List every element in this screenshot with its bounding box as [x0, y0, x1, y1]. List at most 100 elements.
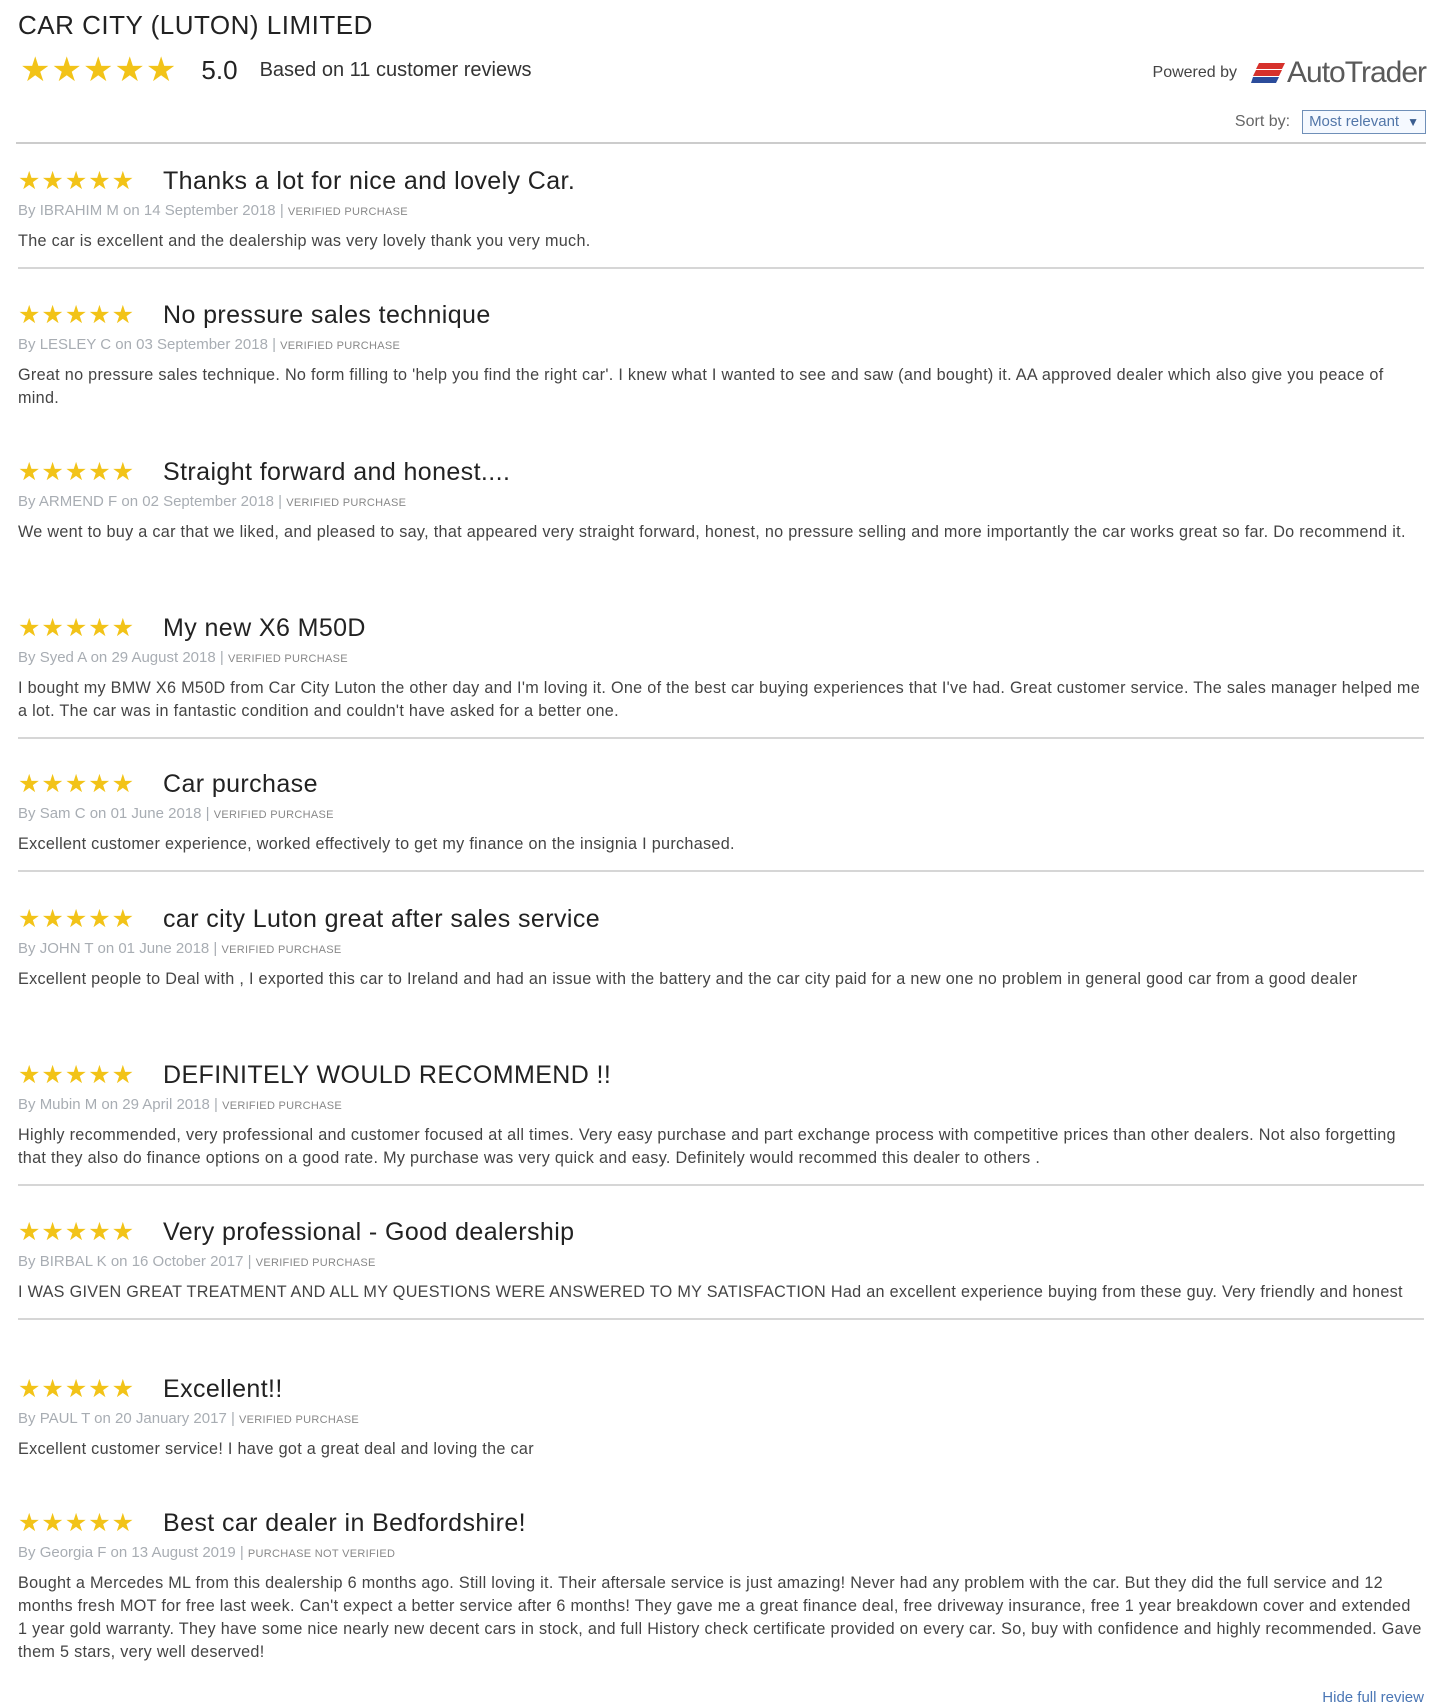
review-body: We went to buy a car that we liked, and … [18, 523, 1406, 541]
review-date: 03 September 2018 [136, 336, 268, 353]
hide-full-review-link[interactable]: Hide full review [1322, 1689, 1424, 1706]
sort-label: Sort by: [1234, 113, 1291, 130]
review-item: ★★★★★ Excellent!! By PAUL T on 20 Januar… [18, 1372, 1424, 1461]
overall-star-rating: ★★★★★ [20, 51, 178, 89]
powered-by-label: Powered by [1152, 64, 1238, 81]
review-meta: By IBRAHIM M on 14 September 2018 | VERI… [18, 202, 408, 219]
review-star-rating: ★★★★★ [18, 1509, 136, 1537]
review-date: 13 August 2019 [131, 1544, 236, 1561]
review-date: 20 January 2017 [115, 1410, 227, 1427]
review-body: Excellent people to Deal with , I export… [18, 970, 1358, 988]
review-body: I bought my BMW X6 M50D from Car City Lu… [18, 679, 1421, 720]
review-date: 02 September 2018 [142, 493, 274, 510]
review-meta: By LESLEY C on 03 September 2018 | VERIF… [18, 336, 401, 353]
review-meta: By Mubin M on 29 April 2018 | VERIFIED P… [18, 1096, 343, 1113]
review-divider [18, 1184, 1424, 1186]
review-star-rating: ★★★★★ [18, 1375, 136, 1403]
review-item: ★★★★★ Very professional - Good dealershi… [18, 1215, 1424, 1320]
review-title: No pressure sales technique [163, 300, 491, 329]
purchase-status-badge: VERIFIED PURCHASE [280, 340, 401, 352]
review-date: 14 September 2018 [143, 202, 276, 219]
rating-summary: ★★★★★ 5.0 Based on 11 customer reviews [20, 52, 532, 88]
powered-by: Powered by AutoTrader [1152, 56, 1427, 90]
purchase-status-badge: PURCHASE NOT VERIFIED [247, 1548, 396, 1560]
overall-score: 5.0 [201, 54, 238, 85]
review-meta: By Georgia F on 13 August 2019 | PURCHAS… [18, 1544, 396, 1561]
review-divider [18, 737, 1424, 739]
review-title: My new X6 M50D [163, 613, 366, 642]
chevron-down-icon: ▼ [1407, 115, 1419, 129]
review-star-rating: ★★★★★ [18, 905, 136, 933]
purchase-status-badge: VERIFIED PURCHASE [255, 1257, 376, 1269]
review-item: ★★★★★ Best car dealer in Bedfordshire! B… [18, 1506, 1424, 1664]
review-body: Bought a Mercedes ML from this dealershi… [18, 1574, 1422, 1661]
header-divider [16, 142, 1426, 144]
review-title: Thanks a lot for nice and lovely Car. [163, 166, 576, 195]
review-title: Car purchase [163, 769, 318, 798]
review-meta: By PAUL T on 20 January 2017 | VERIFIED … [18, 1410, 360, 1427]
review-title: DEFINITELY WOULD RECOMMEND !! [163, 1060, 612, 1089]
review-author: BIRBAL K [39, 1253, 107, 1270]
sort-select[interactable]: Most relevant ▼ [1302, 110, 1426, 134]
autotrader-stripes-icon [1251, 63, 1286, 83]
review-meta: By Syed A on 29 August 2018 | VERIFIED P… [18, 649, 348, 666]
review-item: ★★★★★ My new X6 M50D By Syed A on 29 Aug… [18, 611, 1424, 739]
review-author: IBRAHIM M [39, 202, 119, 219]
review-date: 29 August 2018 [111, 649, 216, 666]
review-meta: By ARMEND F on 02 September 2018 | VERIF… [18, 493, 407, 510]
review-date: 01 June 2018 [110, 805, 202, 822]
review-item: ★★★★★ Thanks a lot for nice and lovely C… [18, 164, 1424, 269]
purchase-status-badge: VERIFIED PURCHASE [287, 206, 408, 218]
review-title: car city Luton great after sales service [163, 904, 601, 933]
review-author: Sam C [39, 805, 86, 822]
sort-selected-value: Most relevant [1309, 113, 1400, 130]
review-title: Excellent!! [163, 1374, 283, 1403]
review-body: Excellent customer experience, worked ef… [18, 835, 735, 853]
review-author: JOHN T [39, 940, 94, 957]
review-item: ★★★★★ Straight forward and honest.... By… [18, 455, 1424, 544]
review-date: 16 October 2017 [131, 1253, 244, 1270]
review-star-rating: ★★★★★ [18, 770, 136, 798]
dealer-name: CAR CITY (LUTON) LIMITED [18, 10, 373, 40]
review-star-rating: ★★★★★ [18, 167, 136, 195]
review-body: Great no pressure sales technique. No fo… [18, 366, 1384, 407]
sort-control: Sort by: Most relevant ▼ [1235, 110, 1426, 134]
review-title: Straight forward and honest.... [163, 457, 511, 486]
review-date: 01 June 2018 [118, 940, 210, 957]
review-body: Highly recommended, very professional an… [18, 1126, 1396, 1167]
review-author: PAUL T [39, 1410, 90, 1427]
purchase-status-badge: VERIFIED PURCHASE [286, 497, 407, 509]
review-author: Syed A [39, 649, 87, 666]
review-body: Excellent customer service! I have got a… [18, 1440, 534, 1458]
review-star-rating: ★★★★★ [18, 458, 136, 486]
review-author: Mubin M [39, 1096, 98, 1113]
purchase-status-badge: VERIFIED PURCHASE [221, 944, 342, 956]
review-star-rating: ★★★★★ [18, 1061, 136, 1089]
review-divider [18, 267, 1424, 269]
review-author: ARMEND F [38, 493, 118, 510]
autotrader-wordmark: AutoTrader [1287, 56, 1427, 89]
review-item: ★★★★★ Car purchase By Sam C on 01 June 2… [18, 767, 1424, 872]
review-date: 29 April 2018 [122, 1096, 210, 1113]
purchase-status-badge: VERIFIED PURCHASE [213, 809, 334, 821]
review-author: Georgia F [39, 1544, 107, 1561]
review-meta: By Sam C on 01 June 2018 | VERIFIED PURC… [18, 805, 334, 822]
review-meta: By BIRBAL K on 16 October 2017 | VERIFIE… [18, 1253, 376, 1270]
review-title: Very professional - Good dealership [163, 1217, 575, 1246]
review-meta: By JOHN T on 01 June 2018 | VERIFIED PUR… [18, 940, 342, 957]
purchase-status-badge: VERIFIED PURCHASE [227, 653, 348, 665]
review-author: LESLEY C [39, 336, 112, 353]
review-star-rating: ★★★★★ [18, 614, 136, 642]
review-item: ★★★★★ DEFINITELY WOULD RECOMMEND !! By M… [18, 1058, 1424, 1186]
review-item: ★★★★★ car city Luton great after sales s… [18, 902, 1424, 991]
purchase-status-badge: VERIFIED PURCHASE [239, 1414, 360, 1426]
review-item: ★★★★★ No pressure sales technique By LES… [18, 298, 1424, 410]
review-title: Best car dealer in Bedfordshire! [163, 1508, 526, 1537]
review-count-text: Based on 11 customer reviews [259, 58, 532, 81]
review-star-rating: ★★★★★ [18, 1218, 136, 1246]
review-divider [18, 1318, 1424, 1320]
purchase-status-badge: VERIFIED PURCHASE [222, 1100, 343, 1112]
autotrader-logo[interactable]: AutoTrader [1251, 56, 1427, 90]
review-body: I WAS GIVEN GREAT TREATMENT AND ALL MY Q… [18, 1283, 1403, 1301]
review-body: The car is excellent and the dealership … [18, 232, 591, 250]
